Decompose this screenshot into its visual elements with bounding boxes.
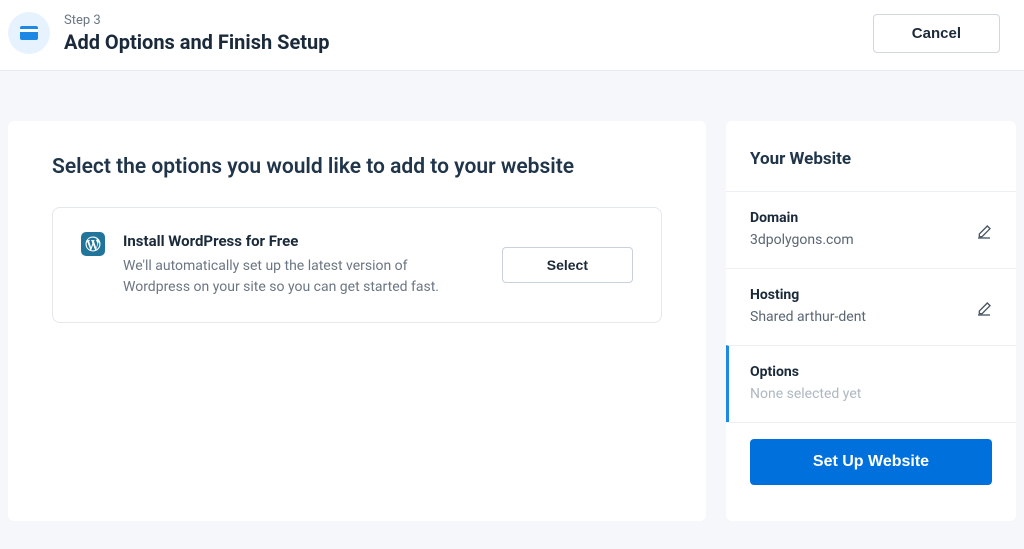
summary-sidebar: Your Website Domain 3dpolygons.com Hosti… [726,121,1016,521]
options-info: Options None selected yet [750,364,992,402]
step-label: Step 3 [64,13,873,28]
option-text: Install WordPress for Free We'll automat… [123,232,484,298]
options-value: None selected yet [750,386,992,402]
domain-info: Domain 3dpolygons.com [750,210,976,248]
domain-section: Domain 3dpolygons.com [726,191,1016,268]
options-panel: Select the options you would like to add… [8,121,706,521]
step-text: Step 3 Add Options and Finish Setup [64,13,873,54]
wordpress-icon [81,232,105,256]
options-label: Options [750,364,992,380]
wizard-header: Step 3 Add Options and Finish Setup Canc… [0,0,1024,71]
options-heading: Select the options you would like to add… [52,155,662,179]
sidebar-title: Your Website [726,121,1016,191]
hosting-info: Hosting Shared arthur-dent [750,287,976,325]
hosting-value: Shared arthur-dent [750,309,976,325]
select-button[interactable]: Select [502,247,633,283]
step-icon-container [8,12,50,54]
card-icon [20,26,38,40]
step-title: Add Options and Finish Setup [64,30,873,54]
option-description: We'll automatically set up the latest ve… [123,256,443,298]
domain-value: 3dpolygons.com [750,232,976,248]
setup-website-button[interactable]: Set Up Website [750,439,992,485]
cta-container: Set Up Website [726,422,1016,505]
edit-hosting-icon[interactable] [976,287,992,321]
content-area: Select the options you would like to add… [0,71,1024,529]
cancel-button[interactable]: Cancel [873,14,1000,53]
hosting-section: Hosting Shared arthur-dent [726,268,1016,345]
option-title: Install WordPress for Free [123,232,484,250]
domain-label: Domain [750,210,976,226]
options-section: Options None selected yet [726,345,1016,422]
edit-domain-icon[interactable] [976,210,992,244]
wordpress-option-card: Install WordPress for Free We'll automat… [52,207,662,323]
hosting-label: Hosting [750,287,976,303]
